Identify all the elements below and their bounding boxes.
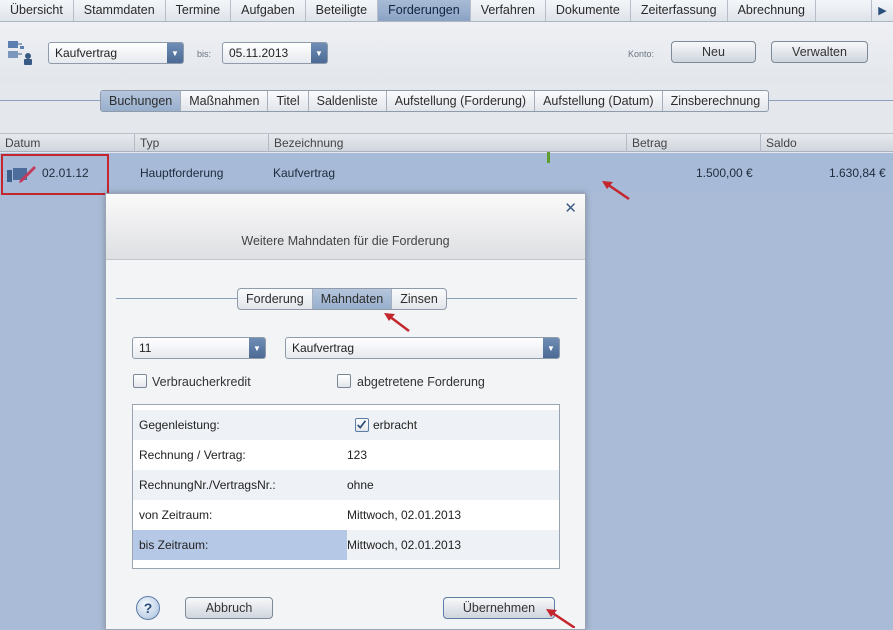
grid-label: von Zeitraum: <box>139 508 213 522</box>
subtab-aufstellung-forderung[interactable]: Aufstellung (Forderung) <box>387 91 536 111</box>
row-saldo: 1.630,84 € <box>829 166 886 180</box>
chevron-down-icon: ▼ <box>167 43 183 63</box>
grid-row-bis-zeitraum[interactable]: bis Zeitraum: Mittwoch, 02.01.2013 <box>133 530 559 560</box>
grid-label: Gegenleistung: <box>139 418 220 432</box>
close-icon[interactable]: ✕ <box>564 199 577 217</box>
organization-icon <box>8 41 32 65</box>
date-select[interactable]: 05.11.2013 ▼ <box>222 42 328 64</box>
tab-aufgaben[interactable]: Aufgaben <box>231 0 306 21</box>
consumer-credit-checkbox[interactable] <box>133 374 147 388</box>
grid-label: Rechnung / Vertrag: <box>139 448 246 462</box>
top-navigation: Übersicht Stammdaten Termine Aufgaben Be… <box>0 0 893 22</box>
column-betrag[interactable]: Betrag <box>626 134 667 152</box>
tab-forderungen[interactable]: Forderungen <box>378 0 471 21</box>
subtabs: Buchungen Maßnahmen Titel Saldenliste Au… <box>100 90 770 112</box>
tab-verfahren[interactable]: Verfahren <box>471 0 546 21</box>
manage-button[interactable]: Verwalten <box>771 41 868 63</box>
tab-termine[interactable]: Termine <box>166 0 232 21</box>
contract-type-value: Kaufvertrag <box>55 46 118 60</box>
tab-abrechnung[interactable]: Abrechnung <box>728 0 816 21</box>
grid-value[interactable]: Mittwoch, 02.01.2013 <box>347 530 461 560</box>
subtab-titel[interactable]: Titel <box>268 91 309 111</box>
column-bezeichnung[interactable]: Bezeichnung <box>268 134 343 152</box>
drag-marker <box>547 152 550 163</box>
grid-label: RechnungNr./VertragsNr.: <box>139 478 276 492</box>
row-typ: Hauptforderung <box>140 166 224 180</box>
grid-value[interactable]: Mittwoch, 02.01.2013 <box>347 500 461 530</box>
column-typ[interactable]: Typ <box>134 134 159 152</box>
subtab-saldenliste[interactable]: Saldenliste <box>309 91 387 111</box>
toolbar: Kaufvertrag ▼ bis: 05.11.2013 ▼ Konto: N… <box>0 22 893 84</box>
dialog-header: Weitere Mahndaten für die Forderung ✕ <box>106 194 585 260</box>
dialog-tab-mahndaten[interactable]: Mahndaten <box>312 289 393 309</box>
subtab-zinsberechnung[interactable]: Zinsberechnung <box>663 91 769 111</box>
subtab-aufstellung-datum[interactable]: Aufstellung (Datum) <box>535 91 663 111</box>
row-bezeichnung: Kaufvertrag <box>273 166 336 180</box>
nav-scroll-right-icon[interactable]: ▶ <box>871 0 893 21</box>
column-saldo[interactable]: Saldo <box>760 134 797 152</box>
assigned-claim-label: abgetretene Forderung <box>357 375 485 389</box>
annotation-arrow-icon <box>546 609 575 628</box>
mahndaten-dialog: Weitere Mahndaten für die Forderung ✕ Fo… <box>105 193 586 630</box>
erbracht-checkbox[interactable] <box>355 418 369 432</box>
tab-uebersicht[interactable]: Übersicht <box>0 0 74 21</box>
checkmark-icon <box>357 420 367 429</box>
subtab-buchungen[interactable]: Buchungen <box>101 91 182 111</box>
chevron-down-icon: ▼ <box>543 338 559 358</box>
annotation-arrow-icon <box>384 313 410 332</box>
help-icon[interactable]: ? <box>136 596 160 620</box>
cancel-button[interactable]: Abbruch <box>185 597 273 619</box>
konto-label: Konto: <box>628 49 655 59</box>
number-select-value: 11 <box>139 341 152 355</box>
tab-dokumente[interactable]: Dokumente <box>546 0 631 21</box>
grid-label: bis Zeitraum: <box>139 538 209 552</box>
contract-select[interactable]: Kaufvertrag ▼ <box>285 337 560 359</box>
dialog-tabs: Forderung Mahndaten Zinsen <box>237 288 447 310</box>
dialog-tab-forderung[interactable]: Forderung <box>238 289 313 309</box>
grid-row-gegenleistung: Gegenleistung: erbracht <box>133 410 559 440</box>
bis-label: bis: <box>197 49 212 59</box>
grid-value[interactable]: ohne <box>347 470 374 500</box>
chevron-down-icon: ▼ <box>249 338 265 358</box>
column-datum[interactable]: Datum <box>0 134 40 152</box>
table-row[interactable]: 02.01.12 Hauptforderung Kaufvertrag 1.50… <box>0 153 893 193</box>
contract-select-value: Kaufvertrag <box>292 341 355 355</box>
table-header: Datum Typ Bezeichnung Betrag Saldo <box>0 133 893 152</box>
dialog-title: Weitere Mahndaten für die Forderung <box>241 234 450 248</box>
number-select[interactable]: 11 ▼ <box>132 337 266 359</box>
subtab-massnahmen[interactable]: Maßnahmen <box>181 91 269 111</box>
apply-button[interactable]: Übernehmen <box>443 597 555 619</box>
grid-value[interactable]: 123 <box>347 440 367 470</box>
date-value: 05.11.2013 <box>229 46 289 60</box>
details-grid: Gegenleistung: erbracht Rechnung / Vertr… <box>132 404 560 569</box>
new-button[interactable]: Neu <box>671 41 756 63</box>
assigned-claim-checkbox[interactable] <box>337 374 351 388</box>
row-betrag: 1.500,00 € <box>696 166 753 180</box>
dialog-tab-zinsen[interactable]: Zinsen <box>392 289 446 309</box>
grid-row-rechnung[interactable]: Rechnung / Vertrag: 123 <box>133 440 559 470</box>
tab-beteiligte[interactable]: Beteiligte <box>306 0 379 21</box>
consumer-credit-label: Verbraucherkredit <box>152 375 251 389</box>
annotation-highlight-box <box>1 154 109 195</box>
grid-value: erbracht <box>373 418 418 432</box>
annotation-arrow-icon <box>602 181 630 200</box>
tab-zeiterfassung[interactable]: Zeiterfassung <box>631 0 728 21</box>
chevron-down-icon: ▼ <box>311 43 327 63</box>
contract-type-select[interactable]: Kaufvertrag ▼ <box>48 42 184 64</box>
grid-row-rechnungnr[interactable]: RechnungNr./VertragsNr.: ohne <box>133 470 559 500</box>
grid-row-von-zeitraum[interactable]: von Zeitraum: Mittwoch, 02.01.2013 <box>133 500 559 530</box>
tab-stammdaten[interactable]: Stammdaten <box>74 0 166 21</box>
